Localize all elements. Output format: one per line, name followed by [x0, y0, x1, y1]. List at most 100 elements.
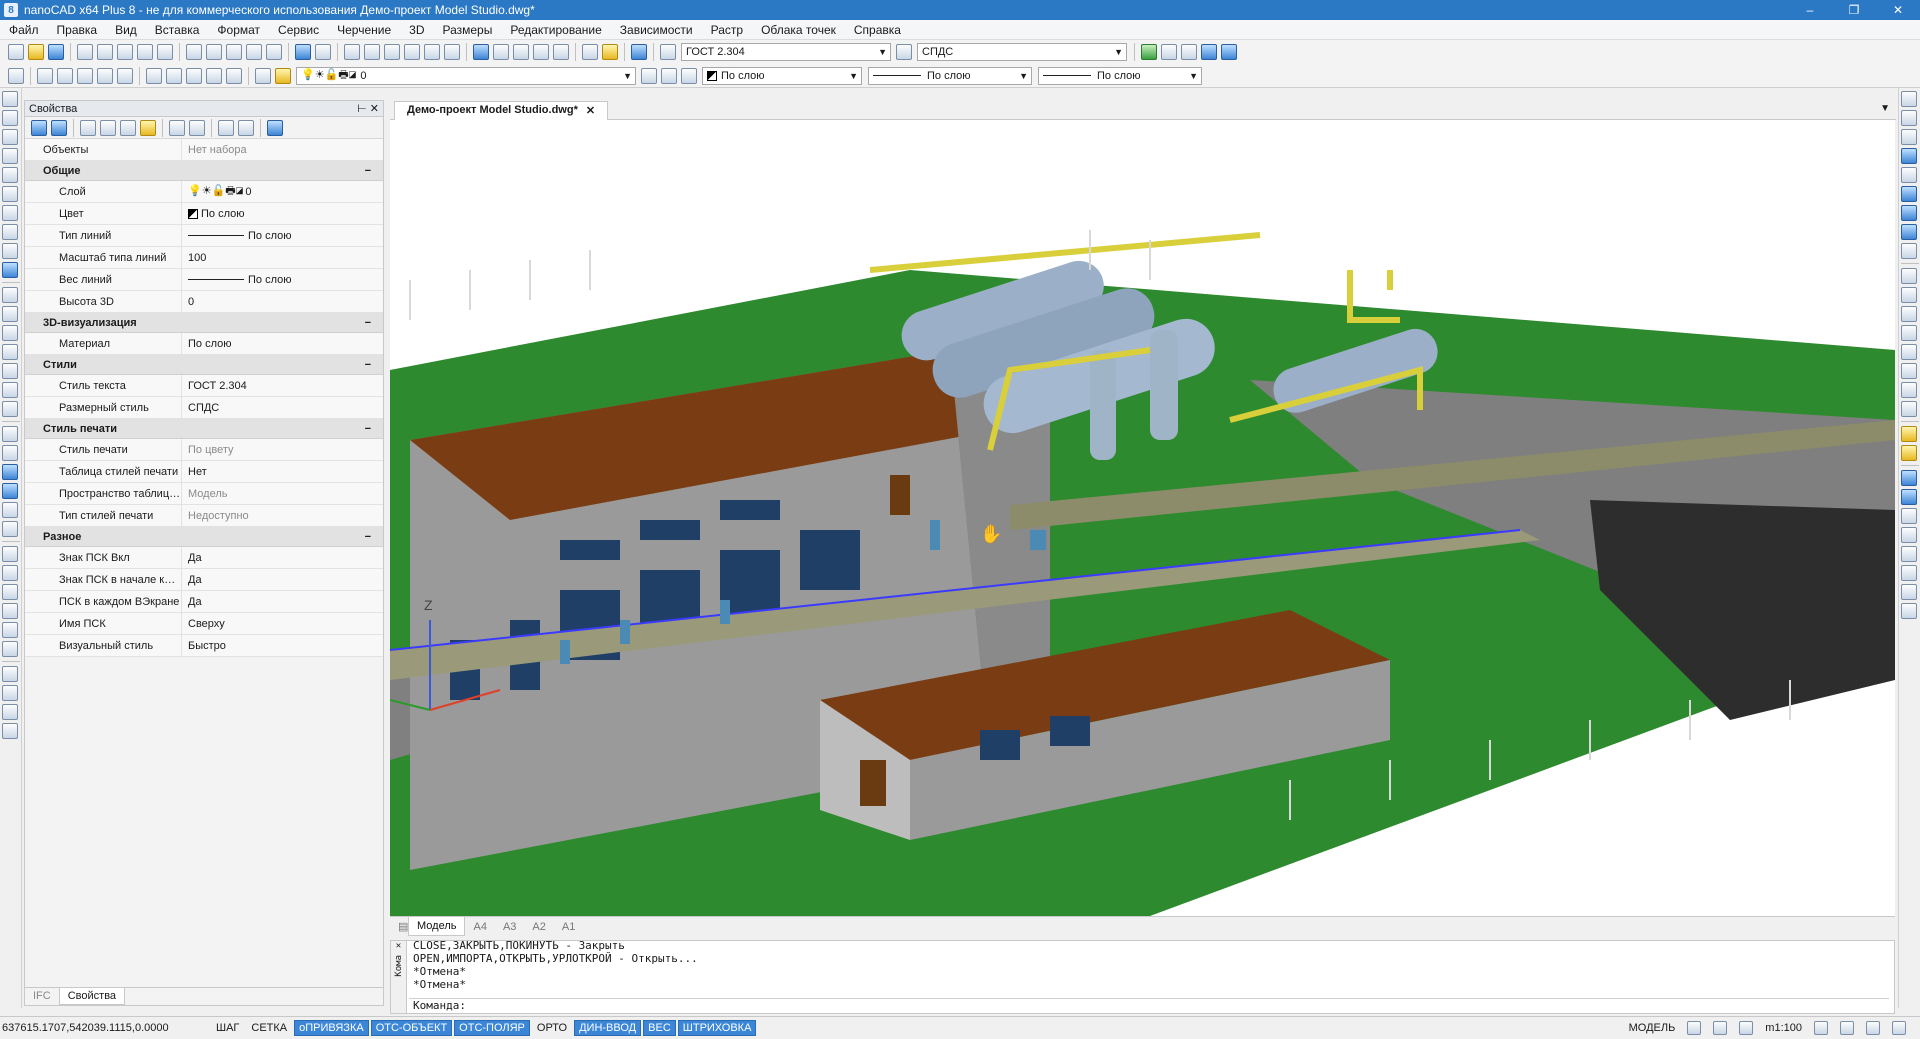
ucs-y-icon[interactable]: [166, 67, 182, 84]
menu-item-1[interactable]: Правка: [48, 23, 107, 37]
ucs-origin-icon[interactable]: [57, 67, 73, 84]
properties-icon[interactable]: [473, 44, 489, 60]
database-icon[interactable]: [1161, 44, 1177, 60]
property-value[interactable]: Быстро: [181, 635, 383, 656]
command-input[interactable]: Команда:: [409, 998, 1889, 1013]
cloud-icon[interactable]: [2, 224, 18, 240]
paste-icon[interactable]: [226, 44, 242, 60]
layer-match-icon[interactable]: [641, 67, 657, 84]
zoom-window-icon[interactable]: [384, 44, 400, 60]
ucs-view-icon[interactable]: [97, 67, 113, 84]
mtext-icon[interactable]: [2, 401, 18, 417]
mirror-icon[interactable]: [1901, 129, 1917, 145]
insert-block-icon[interactable]: [2, 287, 18, 303]
extrude-icon[interactable]: [2, 464, 18, 480]
print-icon[interactable]: [77, 44, 93, 60]
render-icon[interactable]: [1901, 445, 1917, 461]
tab-a1[interactable]: A1: [554, 921, 583, 933]
table-icon[interactable]: [2, 363, 18, 379]
view-bottom-icon[interactable]: [1901, 584, 1917, 600]
torus-icon[interactable]: [2, 641, 18, 657]
menu-item-8[interactable]: Размеры: [433, 23, 501, 37]
new-file-icon[interactable]: [8, 44, 24, 60]
group-header[interactable]: Разное −: [25, 527, 383, 547]
hatch-icon[interactable]: [2, 344, 18, 360]
menu-item-9[interactable]: Редактирование: [501, 23, 610, 37]
zoom-status-icon[interactable]: [1814, 1021, 1828, 1035]
layer-prev-icon[interactable]: [661, 67, 677, 84]
menu-item-7[interactable]: 3D: [400, 23, 433, 37]
property-value[interactable]: ГОСТ 2.304: [181, 375, 383, 396]
intersect-icon[interactable]: [2, 704, 18, 720]
minimize-button[interactable]: –: [1788, 3, 1832, 17]
import-props-icon[interactable]: [189, 119, 205, 136]
ucs-prev-icon[interactable]: [206, 67, 222, 84]
restore-button[interactable]: ❐: [1832, 3, 1876, 17]
menu-item-4[interactable]: Формат: [208, 23, 269, 37]
3d-scene[interactable]: Z ✋: [390, 120, 1895, 916]
property-row[interactable]: Тип стилей печати Недоступно: [25, 505, 383, 527]
zoom-prev-icon[interactable]: [444, 44, 460, 60]
sphere-icon[interactable]: [2, 603, 18, 619]
orbit-status-icon[interactable]: [1866, 1021, 1880, 1035]
property-value[interactable]: Да: [181, 591, 383, 612]
pan-status-icon[interactable]: [1840, 1021, 1854, 1035]
save-icon[interactable]: [48, 44, 64, 60]
polyline-icon[interactable]: [2, 110, 18, 126]
redo-icon[interactable]: [315, 44, 331, 60]
panel-help-icon[interactable]: [267, 119, 283, 136]
publish-icon[interactable]: [137, 44, 153, 60]
select-objects-icon[interactable]: [80, 119, 96, 136]
property-row[interactable]: Знак ПСК в начале коо... Да: [25, 569, 383, 591]
menu-item-0[interactable]: Файл: [0, 23, 48, 37]
ellipse-icon[interactable]: [2, 262, 18, 278]
trim-icon[interactable]: [1901, 268, 1917, 284]
property-value[interactable]: По слою: [181, 225, 383, 246]
group-icon[interactable]: [218, 119, 234, 136]
loft-icon[interactable]: [2, 483, 18, 499]
polygon-icon[interactable]: [2, 148, 18, 164]
ucs-named-icon[interactable]: [226, 67, 242, 84]
group-header[interactable]: Стиль печати −: [25, 419, 383, 439]
camera-icon[interactable]: [1901, 603, 1917, 619]
property-row[interactable]: Визуальный стиль Быстро: [25, 635, 383, 657]
view-right-icon[interactable]: [1901, 527, 1917, 543]
ungroup-icon[interactable]: [238, 119, 254, 136]
export-props-icon[interactable]: [169, 119, 185, 136]
measure-icon[interactable]: [582, 44, 598, 60]
model-viewport[interactable]: Z ✋: [390, 120, 1895, 916]
ucs-icon[interactable]: [8, 67, 24, 84]
property-value[interactable]: По цвету: [181, 439, 383, 460]
property-value[interactable]: Недоступно: [181, 505, 383, 526]
extend-icon[interactable]: [1901, 287, 1917, 303]
property-row[interactable]: Цвет По слою: [25, 203, 383, 225]
property-row[interactable]: Таблица стилей печати Нет: [25, 461, 383, 483]
lineweight-select[interactable]: По слою ▼: [1038, 66, 1202, 85]
property-row[interactable]: Материал По слою: [25, 333, 383, 355]
property-value[interactable]: 💡☀🔓🖶◪ 0: [181, 181, 383, 202]
line-icon[interactable]: [2, 91, 18, 107]
cylinder-icon[interactable]: [2, 622, 18, 638]
copy-object-icon[interactable]: [1901, 110, 1917, 126]
solid-icon[interactable]: [2, 445, 18, 461]
zoom-extents-icon[interactable]: [404, 44, 420, 60]
sheet-set-icon[interactable]: [1141, 44, 1157, 60]
tool-palette-icon[interactable]: [513, 44, 529, 60]
view-back-icon[interactable]: [1901, 565, 1917, 581]
property-row[interactable]: Масштаб типа линий 100: [25, 247, 383, 269]
preview-icon[interactable]: [97, 44, 113, 60]
sweep-icon[interactable]: [2, 502, 18, 518]
color-select[interactable]: По слою ▼: [702, 66, 862, 85]
sync-icon[interactable]: [1221, 44, 1237, 60]
group-header[interactable]: Стили −: [25, 355, 383, 375]
undo-icon[interactable]: [295, 44, 311, 60]
property-row[interactable]: Пространство таблицы ... Модель: [25, 483, 383, 505]
ucs-3point-icon[interactable]: [117, 67, 133, 84]
stretch-icon[interactable]: [1901, 243, 1917, 259]
chamfer-icon[interactable]: [1901, 344, 1917, 360]
make-block-icon[interactable]: [2, 306, 18, 322]
array-icon[interactable]: [1901, 167, 1917, 183]
property-value[interactable]: Нет: [181, 461, 383, 482]
group-header[interactable]: 3D-визуализация −: [25, 313, 383, 333]
property-value[interactable]: Да: [181, 569, 383, 590]
